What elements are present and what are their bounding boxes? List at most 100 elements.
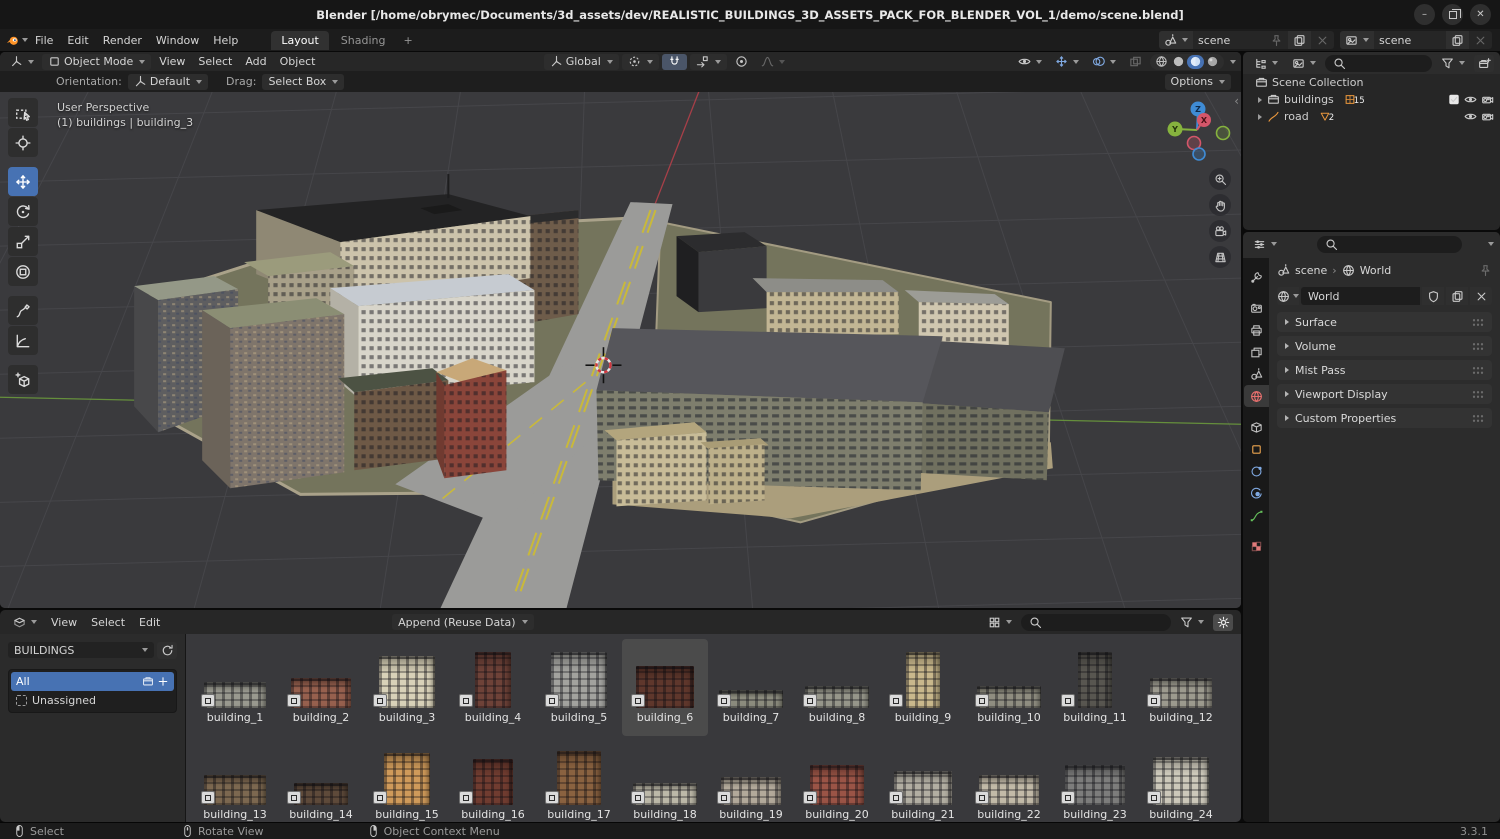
proportional-editing-toggle[interactable]	[730, 54, 753, 70]
fake-user-button[interactable]	[1422, 287, 1444, 305]
asset-building_18[interactable]: building_18	[622, 736, 708, 822]
panel-surface[interactable]: Surface	[1277, 312, 1492, 332]
asset-building_7[interactable]: building_7	[708, 639, 794, 736]
properties-tab-constraints[interactable]	[1244, 460, 1269, 482]
asset-building_15[interactable]: building_15	[364, 736, 450, 822]
shading-rendered-button[interactable]	[1204, 55, 1221, 69]
properties-tab-view-layer[interactable]	[1244, 341, 1269, 363]
outliner-row-scene-collection[interactable]: Scene Collection	[1243, 74, 1500, 91]
properties-search-input[interactable]	[1317, 235, 1462, 253]
breadcrumb-world[interactable]: World	[1360, 264, 1392, 277]
hide-eye-toggle[interactable]	[1464, 93, 1477, 106]
asset-settings-toggle[interactable]	[1213, 613, 1234, 631]
viewport-menu-add[interactable]: Add	[240, 54, 271, 70]
properties-tab-data[interactable]	[1244, 504, 1269, 526]
asset-building_10[interactable]: building_10	[966, 639, 1052, 736]
visibility-dropdown[interactable]	[1013, 54, 1047, 70]
outliner-display-mode-dropdown[interactable]	[1249, 55, 1283, 71]
asset-building_12[interactable]: building_12	[1138, 639, 1224, 736]
asset-building_13[interactable]: building_13	[192, 736, 278, 822]
asset-building_24[interactable]: building_24	[1138, 736, 1224, 822]
pin-icon[interactable]	[1479, 264, 1492, 277]
editor-type-button[interactable]	[5, 54, 39, 70]
asset-menu-edit[interactable]: Edit	[134, 614, 165, 630]
world-name-field[interactable]: World	[1301, 287, 1420, 305]
properties-tab-world[interactable]	[1243, 385, 1269, 407]
outliner-editor-type-button[interactable]	[1287, 55, 1321, 71]
snap-settings-dropdown[interactable]	[689, 53, 727, 70]
nav-camera-view-button[interactable]	[1209, 220, 1231, 242]
navigation-gizmo[interactable]: Z X Y	[1161, 94, 1237, 164]
minimize-button[interactable]: –	[1414, 4, 1435, 25]
expand-icon[interactable]	[1258, 113, 1262, 120]
shading-solid-button[interactable]	[1170, 55, 1187, 69]
drag-handle-icon[interactable]	[1472, 341, 1484, 351]
catalog-unassigned[interactable]: Unassigned	[11, 691, 174, 710]
properties-tab-collection[interactable]	[1244, 416, 1269, 438]
outliner-row-buildings[interactable]: buildings 15	[1243, 91, 1500, 108]
tool-scale[interactable]	[8, 227, 38, 256]
nav-pan-button[interactable]	[1209, 194, 1231, 216]
menu-edit[interactable]: Edit	[60, 32, 95, 49]
scene-name-field[interactable]: scene	[1193, 31, 1265, 49]
close-button[interactable]: ✕	[1470, 4, 1491, 25]
asset-building_6[interactable]: building_6	[622, 639, 708, 736]
asset-building_20[interactable]: building_20	[794, 736, 880, 822]
menu-window[interactable]: Window	[149, 32, 206, 49]
asset-editor-type-button[interactable]	[8, 614, 42, 630]
tool-measure[interactable]	[8, 326, 38, 355]
properties-options-dropdown[interactable]	[1488, 242, 1494, 246]
asset-building_17[interactable]: building_17	[536, 736, 622, 822]
xray-toggle[interactable]	[1124, 54, 1147, 70]
asset-menu-select[interactable]: Select	[86, 614, 130, 630]
exclude-checkbox[interactable]	[1448, 93, 1460, 106]
delete-scene-button[interactable]	[1311, 31, 1334, 49]
restore-button[interactable]	[1442, 4, 1463, 25]
asset-filter-dropdown[interactable]	[1175, 614, 1209, 630]
tool-add-cube[interactable]	[8, 365, 38, 394]
refresh-library-button[interactable]	[157, 642, 177, 659]
unlink-world-button[interactable]	[1470, 287, 1492, 305]
tool-annotate[interactable]	[8, 296, 38, 325]
properties-tab-render[interactable]	[1244, 297, 1269, 319]
import-method-dropdown[interactable]: Append (Reuse Data)	[392, 614, 534, 630]
viewport-menu-select[interactable]: Select	[193, 54, 237, 70]
asset-building_9[interactable]: building_9	[880, 639, 966, 736]
asset-building_2[interactable]: building_2	[278, 639, 364, 736]
drag-handle-icon[interactable]	[1472, 317, 1484, 327]
asset-building_8[interactable]: building_8	[794, 639, 880, 736]
asset-library-dropdown[interactable]: BUILDINGS	[8, 642, 154, 658]
properties-tab-scene[interactable]	[1244, 363, 1269, 385]
asset-building_4[interactable]: building_4	[450, 639, 536, 736]
new-collection-button[interactable]	[1474, 54, 1494, 72]
view-layer-name-field[interactable]: scene	[1374, 31, 1446, 49]
nav-zoom-button[interactable]	[1209, 168, 1231, 190]
menu-file[interactable]: File	[28, 32, 60, 49]
asset-building_5[interactable]: building_5	[536, 639, 622, 736]
drag-handle-icon[interactable]	[1472, 413, 1484, 423]
new-view-layer-button[interactable]	[1446, 31, 1469, 49]
tool-rotate[interactable]	[8, 197, 38, 226]
tab-layout[interactable]: Layout	[271, 30, 329, 50]
gizmos-toggle[interactable]	[1050, 54, 1084, 70]
drag-handle-icon[interactable]	[1472, 389, 1484, 399]
asset-building_14[interactable]: building_14	[278, 736, 364, 822]
tool-move[interactable]	[8, 167, 38, 196]
asset-search-input[interactable]	[1021, 613, 1172, 631]
properties-tab-output[interactable]	[1244, 319, 1269, 341]
transform-orientation-dropdown[interactable]: Global	[543, 53, 619, 70]
browse-view-layer-button[interactable]	[1340, 31, 1374, 49]
outliner-filter-dropdown[interactable]	[1436, 55, 1470, 71]
browse-scene-button[interactable]	[1159, 31, 1193, 49]
proportional-falloff-dropdown[interactable]	[756, 54, 790, 70]
properties-tab-material[interactable]	[1244, 535, 1269, 557]
add-catalog-button[interactable]	[157, 675, 169, 688]
render-visibility-toggle[interactable]	[1481, 110, 1494, 123]
asset-building_22[interactable]: building_22	[966, 736, 1052, 822]
breadcrumb-scene[interactable]: scene	[1295, 264, 1327, 277]
hide-eye-toggle[interactable]	[1464, 110, 1477, 123]
panel-mist-pass[interactable]: Mist Pass	[1277, 360, 1492, 380]
viewport-menu-view[interactable]: View	[154, 54, 190, 70]
tool-select-box[interactable]	[8, 98, 38, 127]
properties-tab-tool[interactable]	[1244, 266, 1269, 288]
